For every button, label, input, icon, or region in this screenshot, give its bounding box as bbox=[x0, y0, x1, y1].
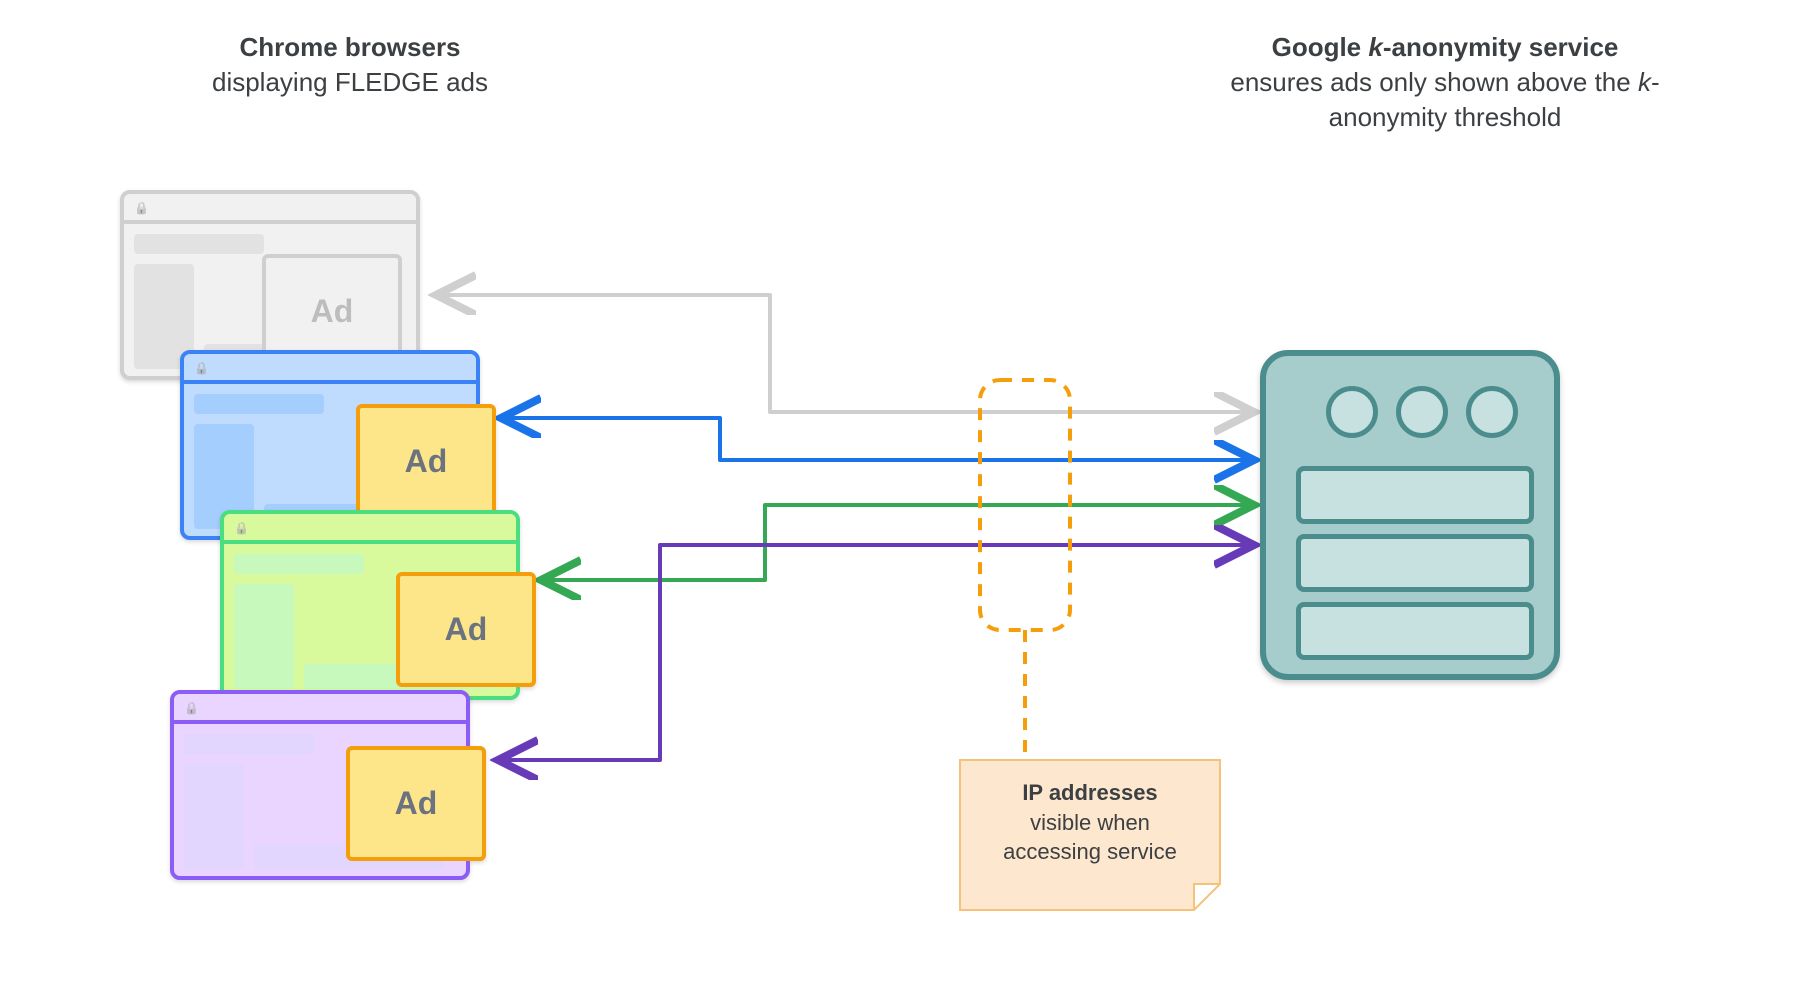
ad-box: Ad bbox=[346, 746, 486, 861]
ad-label: Ad bbox=[405, 443, 448, 480]
lock-icon: 🔒 bbox=[134, 201, 149, 215]
server-led bbox=[1396, 386, 1448, 438]
arrow-blue bbox=[505, 418, 1250, 460]
arrow-purple bbox=[502, 545, 1250, 760]
content-bar bbox=[134, 234, 264, 254]
ip-note-line1: visible when bbox=[1030, 810, 1150, 835]
ip-note-bold: IP addresses bbox=[1022, 780, 1157, 805]
content-bar bbox=[234, 554, 364, 574]
content-bar bbox=[194, 394, 324, 414]
ad-box: Ad bbox=[356, 404, 496, 519]
ad-box: Ad bbox=[396, 572, 536, 687]
ip-note-line2: accessing service bbox=[1003, 839, 1177, 864]
content-bar bbox=[234, 584, 294, 689]
browser-purple: 🔒 Ad bbox=[170, 690, 470, 880]
server-led bbox=[1326, 386, 1378, 438]
lock-icon: 🔒 bbox=[184, 701, 199, 715]
server-box bbox=[1260, 350, 1560, 680]
content-bar bbox=[184, 764, 244, 869]
server-slot bbox=[1296, 602, 1534, 660]
server-slot bbox=[1296, 534, 1534, 592]
browser-green: 🔒 Ad bbox=[220, 510, 520, 700]
ad-label: Ad bbox=[395, 785, 438, 822]
arrow-gray bbox=[440, 295, 1250, 412]
lock-icon: 🔒 bbox=[234, 521, 249, 535]
ad-label: Ad bbox=[445, 611, 488, 648]
content-bar bbox=[184, 734, 314, 754]
arrow-green bbox=[545, 505, 1250, 580]
ip-note: IP addresses visible when accessing serv… bbox=[960, 760, 1220, 889]
server-slot bbox=[1296, 466, 1534, 524]
server-led bbox=[1466, 386, 1518, 438]
ad-label: Ad bbox=[311, 293, 354, 330]
lock-icon: 🔒 bbox=[194, 361, 209, 375]
